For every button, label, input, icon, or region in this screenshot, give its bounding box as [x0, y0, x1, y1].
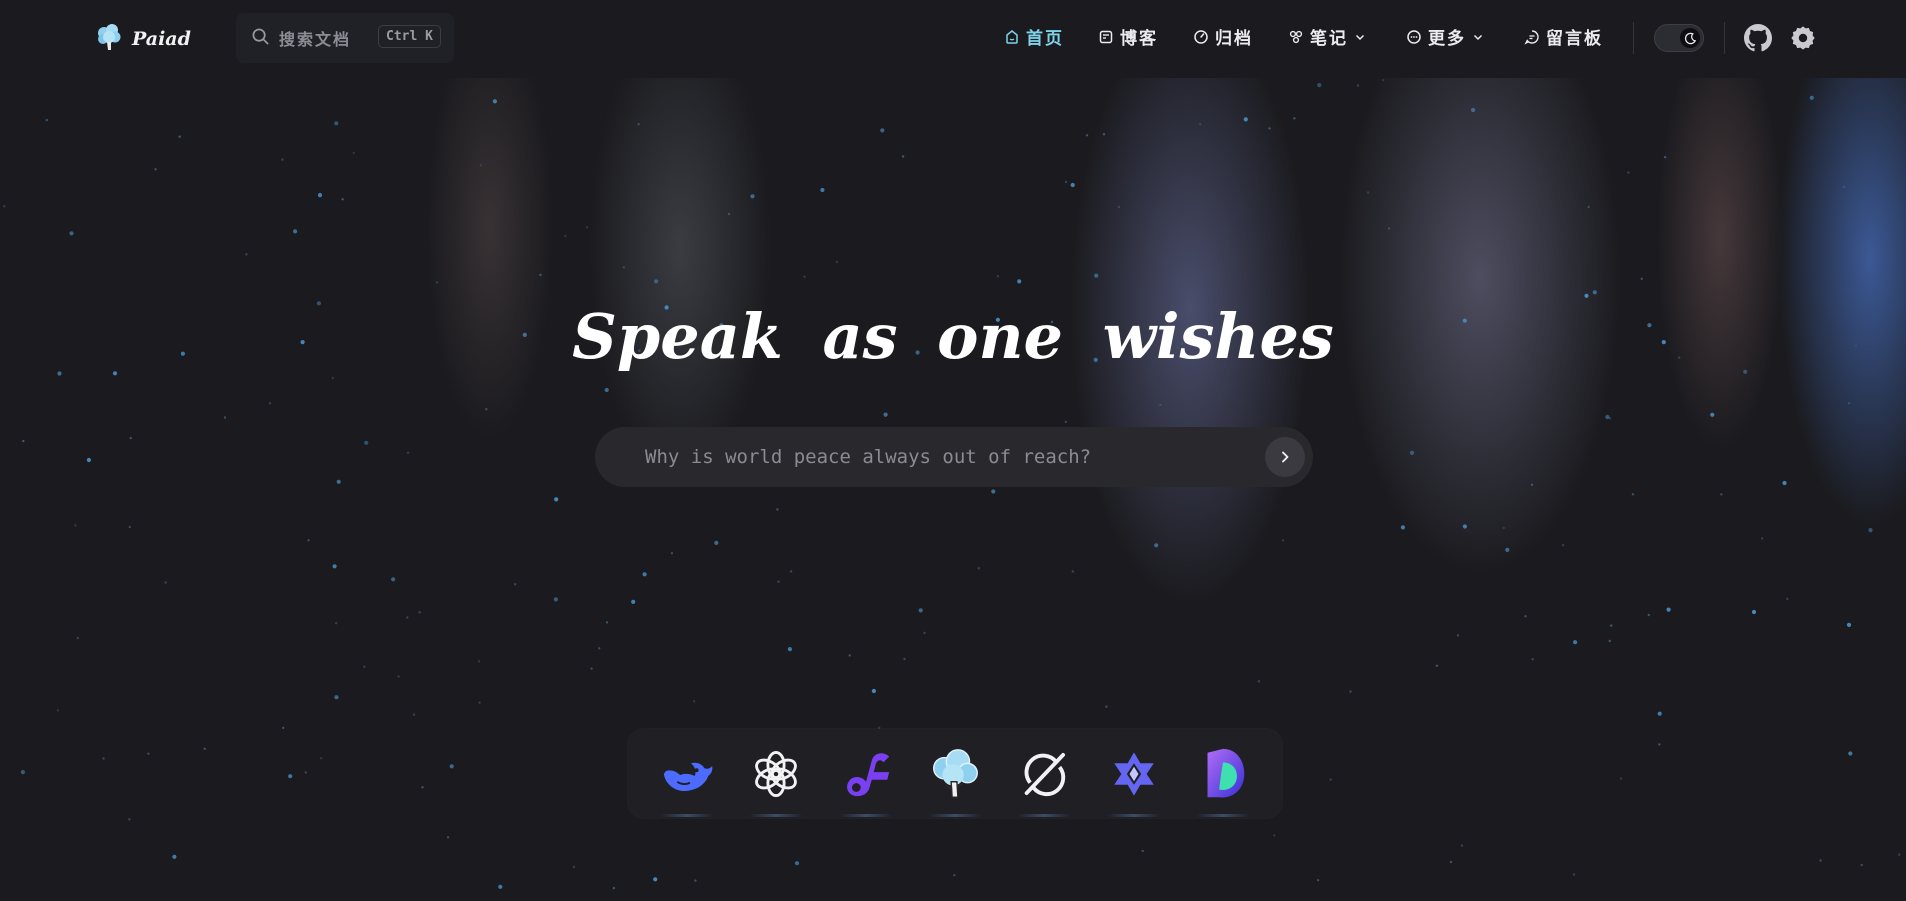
nav-label-notes: 笔记: [1310, 29, 1348, 49]
chevron-right-icon: [1282, 451, 1289, 463]
nav-item-archive[interactable]: 归档: [1193, 24, 1253, 49]
chevron-down-icon: [1355, 34, 1365, 40]
archive-icon: [1194, 29, 1208, 44]
nav-item-more[interactable]: 更多: [1406, 24, 1484, 49]
dock-item-grok[interactable]: [1013, 743, 1075, 817]
search-placeholder: 搜索文档: [279, 30, 352, 49]
flowith-icon: [846, 752, 889, 796]
qwen-icon: [1114, 751, 1154, 796]
search-shortcut: Ctrl K: [378, 25, 441, 48]
dock-item-deepseek[interactable]: [656, 743, 718, 817]
deepseek-icon: [663, 762, 713, 791]
nav-label-blog: 博客: [1120, 29, 1158, 49]
send-button[interactable]: [1265, 437, 1305, 477]
nav-label-archive: 归档: [1215, 29, 1253, 49]
ai-model-dock: [628, 729, 1282, 818]
theme-toggle[interactable]: [1654, 24, 1704, 52]
moon-icon: [1680, 28, 1700, 48]
ask-box: [595, 427, 1313, 487]
paiad-tree-icon: [932, 748, 978, 798]
dock-item-qwen[interactable]: [1103, 743, 1165, 817]
github-icon[interactable]: [1744, 24, 1772, 56]
message-icon: [1524, 29, 1539, 45]
more-icon: [1407, 29, 1421, 44]
brand-logo[interactable]: Paiad: [94, 22, 191, 56]
home-icon: [1006, 29, 1018, 44]
tree-icon: [94, 22, 124, 56]
chevron-down-icon: [1473, 34, 1483, 40]
nav-item-notes[interactable]: 笔记: [1288, 24, 1366, 49]
nav-item-blog[interactable]: 博客: [1098, 24, 1158, 49]
hero-title: Speak as one wishes: [572, 300, 1334, 373]
dock-item-openai[interactable]: [745, 743, 807, 817]
gear-icon[interactable]: [1789, 24, 1817, 56]
brand-name: Paiad: [132, 28, 191, 50]
blog-icon: [1099, 30, 1113, 43]
dock-item-kimi[interactable]: [1192, 743, 1254, 817]
nav-label-guestbook: 留言板: [1546, 29, 1603, 49]
ask-input[interactable]: [645, 446, 1245, 468]
notes-icon: [1289, 30, 1303, 43]
grok-icon: [1024, 752, 1066, 796]
nav-divider: [1724, 22, 1725, 54]
search-icon: [252, 28, 269, 49]
nav-label-more: 更多: [1428, 29, 1466, 49]
openai-icon: [755, 750, 797, 797]
nav-item-home[interactable]: 首页: [1004, 24, 1064, 49]
nav-divider: [1633, 22, 1634, 54]
dock-item-paiad[interactable]: [924, 743, 986, 817]
dock-item-flowith[interactable]: [835, 743, 897, 817]
nav-label-home: 首页: [1026, 29, 1064, 49]
search-box[interactable]: 搜索文档 Ctrl K: [236, 13, 454, 63]
kimi-icon: [1207, 748, 1245, 797]
nav-item-guestbook[interactable]: 留言板: [1524, 24, 1603, 49]
top-navbar: Paiad 搜索文档 Ctrl K 首页 博客 归档 笔记 更多 留言板: [0, 0, 1906, 78]
